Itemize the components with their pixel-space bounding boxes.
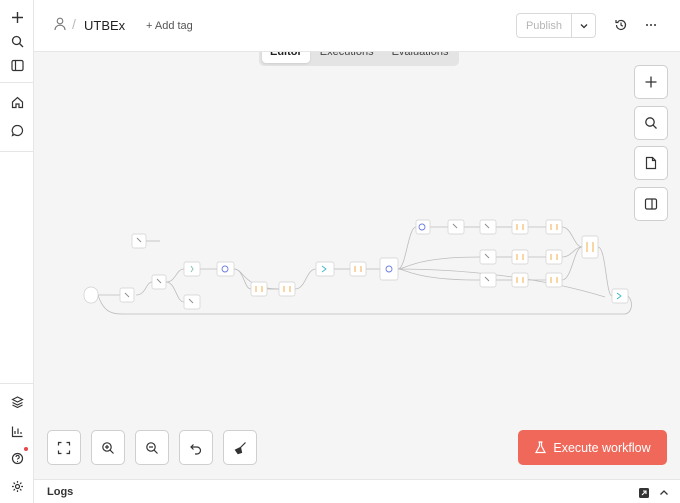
node [511, 249, 529, 265]
logs-label: Logs [47, 486, 74, 498]
panel-toggle-icon [644, 198, 658, 210]
workflow-nodes [83, 219, 629, 310]
publish-dropdown-button[interactable] [571, 13, 596, 38]
tab-evaluations[interactable]: Evaluations [384, 52, 457, 63]
node [83, 286, 99, 304]
node [581, 235, 599, 259]
publish-button[interactable]: Publish [516, 13, 572, 38]
sticky-note-button[interactable] [634, 146, 668, 180]
zoom-out-icon [146, 441, 158, 454]
node [216, 261, 235, 277]
templates-icon[interactable] [7, 392, 27, 412]
search-nodes-icon [645, 117, 657, 129]
rail-divider [0, 82, 34, 83]
sticky-note-icon [645, 156, 657, 170]
add-tag-button[interactable]: + Add tag [146, 20, 193, 32]
breadcrumb-separator: / [72, 16, 76, 32]
search-icon[interactable] [7, 31, 27, 51]
tidy-up-icon [234, 441, 246, 454]
node [611, 288, 629, 304]
node [545, 272, 563, 288]
user-icon [54, 17, 68, 33]
node [131, 233, 147, 249]
node [183, 261, 201, 277]
node [545, 249, 563, 265]
panel-toggle-button[interactable] [634, 187, 668, 221]
undo-icon [190, 443, 202, 455]
workflow-title[interactable]: UTBEx [84, 18, 125, 33]
node [278, 281, 296, 297]
node [315, 261, 335, 277]
notification-dot [24, 447, 28, 451]
node [415, 219, 431, 235]
workflow-canvas[interactable]: Editor Executions Evaluations Execute wo… [34, 52, 680, 479]
node [545, 219, 563, 235]
node [511, 219, 529, 235]
tab-editor[interactable]: Editor [262, 52, 310, 63]
chat-icon[interactable] [7, 120, 27, 140]
view-tabs: Editor Executions Evaluations [259, 52, 460, 66]
workflow-graph [83, 219, 632, 315]
more-options-icon[interactable] [644, 18, 658, 32]
flask-icon [535, 441, 547, 454]
history-icon[interactable] [614, 18, 628, 32]
chevron-down-icon [580, 23, 587, 28]
add-node-icon [645, 76, 657, 88]
workflow-header: / UTBEx + Add tag Publish [34, 0, 680, 52]
undo-button[interactable] [179, 430, 213, 465]
app-window: / UTBEx + Add tag Publish Editor Executi… [0, 0, 680, 503]
zoom-out-button[interactable] [135, 430, 169, 465]
zoom-in-button[interactable] [91, 430, 125, 465]
add-node-button[interactable] [634, 65, 668, 99]
settings-icon[interactable] [7, 476, 27, 496]
execute-workflow-label: Execute workflow [553, 440, 651, 455]
zoom-to-fit-button[interactable] [47, 430, 81, 465]
node [379, 257, 399, 281]
plus-icon[interactable] [7, 7, 27, 27]
rail-divider [0, 151, 34, 152]
execute-workflow-button[interactable]: Execute workflow [518, 430, 667, 465]
pop-out-icon[interactable] [638, 486, 650, 498]
rail-divider [0, 383, 34, 384]
home-icon[interactable] [7, 92, 27, 112]
node [250, 281, 268, 297]
left-rail [0, 0, 34, 503]
node [511, 272, 529, 288]
tab-executions[interactable]: Executions [312, 52, 382, 63]
logs-panel-bar[interactable]: Logs [34, 479, 680, 503]
node [151, 274, 167, 290]
chevron-up-icon[interactable] [658, 486, 670, 498]
zoom-to-fit-icon [57, 441, 71, 454]
insights-icon[interactable] [7, 421, 27, 441]
tidy-up-button[interactable] [223, 430, 257, 465]
node [349, 261, 367, 277]
help-icon[interactable] [7, 448, 27, 468]
sidebar-toggle-icon[interactable] [7, 55, 27, 75]
zoom-in-icon [102, 441, 114, 454]
search-nodes-button[interactable] [634, 106, 668, 140]
